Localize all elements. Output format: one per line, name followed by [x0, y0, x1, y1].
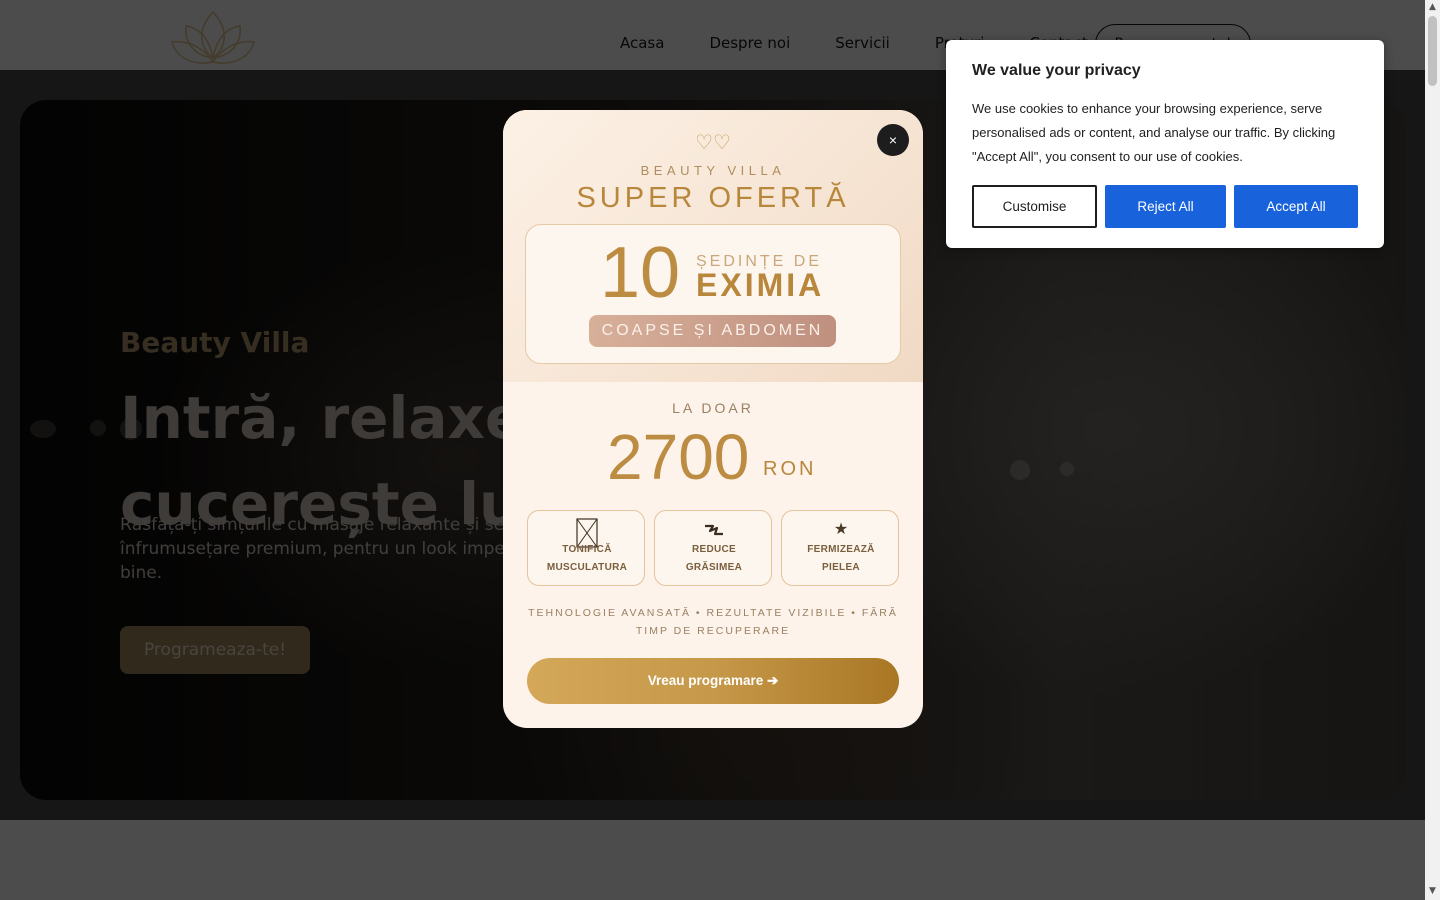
feature-card: TONIFICĂ MUSCULATURA	[527, 510, 645, 586]
feature-line1: TONIFICĂ	[562, 544, 612, 555]
treatment-name: EXIMIA	[696, 267, 825, 303]
cookie-title: We value your privacy	[972, 62, 1141, 79]
promo-brand: BEAUTY VILLA	[640, 163, 786, 178]
scroll-up-icon[interactable]: ▲	[1427, 2, 1438, 12]
feature-line2: MUSCULATURA	[546, 562, 628, 573]
promo-modal: × ♡♡ BEAUTY VILLA SUPER OFERTĂ 10 ȘEDINȚ…	[503, 110, 923, 728]
feature-label: FERMIZEAZĂ PIELEA	[782, 541, 900, 577]
hero-booking-button[interactable]: Programeaza-te!	[120, 626, 310, 674]
deal-box: 10 ȘEDINȚE DE EXIMIA COAPSE ȘI ABDOMEN	[525, 224, 901, 364]
cookie-text: We use cookies to enhance your browsing …	[972, 101, 1336, 164]
hero-eyebrow: Beauty Villa	[120, 326, 310, 359]
feature-label: REDUCE GRĂSIMEA	[655, 541, 773, 577]
page-scrollbar[interactable]: ▲ ▼	[1425, 0, 1440, 900]
accept-all-button[interactable]: Accept All	[1234, 185, 1358, 228]
beauty-villa-logo[interactable]	[168, 6, 258, 76]
scroll-thumb[interactable]	[1428, 16, 1437, 86]
sessions-count: 10	[600, 233, 681, 313]
feature-card: REDUCE GRĂSIMEA	[654, 510, 772, 586]
feature-list: TONIFICĂ MUSCULATURA REDUCE GRĂSIMEA ★ F…	[527, 510, 899, 586]
feature-line2: GRĂSIMEA	[685, 562, 743, 573]
star-icon: ★	[833, 521, 849, 538]
feature-label: TONIFICĂ MUSCULATURA	[528, 541, 646, 577]
nav-acasa[interactable]: Acasa	[620, 34, 664, 52]
reject-all-button[interactable]: Reject All	[1105, 185, 1226, 228]
promo-title: SUPER OFERTĂ	[576, 182, 850, 214]
nav-servicii[interactable]: Servicii	[835, 34, 890, 52]
feature-card: ★ FERMIZEAZĂ PIELEA	[781, 510, 899, 586]
feature-line1: FERMIZEAZĂ	[807, 544, 875, 555]
price-currency: RON	[763, 458, 817, 480]
price-value: 2700	[607, 421, 750, 493]
below-hero-area	[0, 820, 1425, 900]
book-now-button[interactable]: Vreau programare ➔	[527, 658, 899, 704]
cookie-consent-banner: We value your privacy We use cookies to …	[946, 40, 1384, 248]
bolt-icon	[655, 521, 773, 542]
price-prefix: LA DOAR	[672, 400, 754, 416]
treatment-zone-badge: COAPSE ȘI ABDOMEN	[589, 315, 836, 347]
feature-line2: PIELEA	[822, 562, 860, 573]
customise-button[interactable]: Customise	[972, 185, 1097, 228]
nav-despre-noi[interactable]: Despre noi	[709, 34, 790, 52]
hearts-icon: ♡♡	[695, 132, 731, 154]
feature-line1: REDUCE	[691, 544, 737, 555]
scroll-down-icon[interactable]: ▼	[1427, 886, 1438, 896]
benefits-text: TEHNOLOGIE AVANSATĂ • REZULTATE VIZIBILE…	[528, 607, 898, 637]
